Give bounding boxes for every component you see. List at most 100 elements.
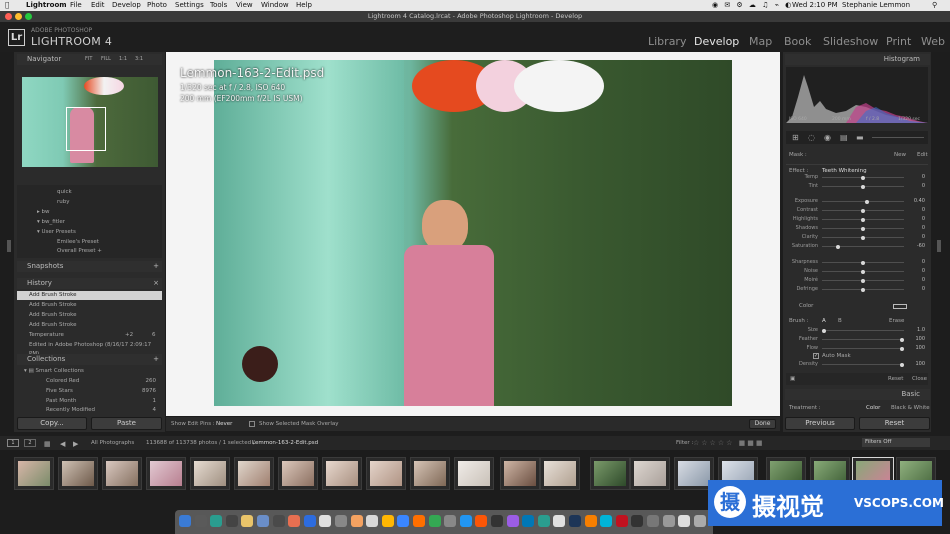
treatment-color-button[interactable]: Color [866,405,880,411]
slider-value[interactable]: 0 [905,234,925,240]
dock-app-icon[interactable] [569,515,581,527]
filmstrip-thumbnail[interactable] [234,457,274,490]
brush-slider-value[interactable]: 1.0 [905,327,925,333]
menu-photo[interactable]: Photo [147,0,167,11]
page-2-button[interactable]: 2 [24,439,36,447]
adjustment-brush-icon[interactable]: ▬ [856,133,864,142]
filter-stars[interactable]: ☆☆☆☆☆ ■■■ [693,439,764,447]
brush-size-track[interactable] [872,137,924,138]
collection-item[interactable]: ▾ ▤ Smart Collections [24,368,84,374]
collections-header[interactable]: Collections + [17,354,162,365]
red-eye-icon[interactable]: ◉ [824,133,831,142]
filmstrip-thumbnail[interactable] [366,457,406,490]
dock-app-icon[interactable] [444,515,457,527]
dock-app-icon[interactable] [413,515,425,527]
dock-app-icon[interactable] [537,515,550,527]
clock[interactable]: Wed 2:10 PM [792,0,838,11]
mask-close-button[interactable]: Close [912,376,927,382]
slider-knob[interactable] [861,217,865,222]
slider-track[interactable] [822,217,904,222]
menu-window[interactable]: Window [261,0,289,11]
paste-settings-button[interactable]: Paste [91,417,162,430]
search-icon[interactable]: ⚲ [932,0,937,11]
dock-app-icon[interactable] [288,515,301,527]
slider-track[interactable] [822,269,904,274]
done-button[interactable]: Done [749,419,776,429]
slider-knob[interactable] [861,260,865,265]
collection-item[interactable]: Past Month 1 [46,398,156,404]
slider-track[interactable] [822,199,904,204]
treatment-bw-button[interactable]: Black & White [891,405,930,411]
filmstrip-current-file[interactable]: Lemmon-163-2-Edit.psd [252,440,318,446]
crop-tool-icon[interactable]: ⊞ [792,133,799,142]
brush-erase-button[interactable]: Erase [889,318,904,324]
slider-value[interactable]: 0 [905,216,925,222]
slider-track[interactable] [822,287,904,292]
slider-track[interactable] [822,278,904,283]
navigator-viewbox[interactable] [66,107,106,151]
filmstrip-thumbnail[interactable] [146,457,186,490]
collection-item[interactable]: Colored Red 260 [46,378,156,384]
filmstrip-thumbnail[interactable] [590,457,630,490]
page-1-button[interactable]: 1 [7,439,19,447]
filmstrip-thumbnail[interactable] [500,457,540,490]
brush-slider-value[interactable]: 100 [905,336,925,342]
menu-file[interactable]: File [70,0,82,11]
filmstrip-thumbnail[interactable] [102,457,142,490]
dock-app-icon[interactable] [600,515,613,527]
slider-value[interactable]: -60 [905,243,925,249]
dock-app-icon[interactable] [303,515,316,527]
mask-overlay-checkbox[interactable] [249,421,255,427]
brush-a-button[interactable]: A [822,318,826,324]
slider-value[interactable]: 0 [905,225,925,231]
apple-icon[interactable]:  [5,0,9,11]
slider-track[interactable] [822,260,904,265]
brush-slider-knob[interactable] [900,337,905,342]
brush-slider-track[interactable] [822,346,905,351]
menu-edit[interactable]: Edit [91,0,105,11]
filter-select[interactable]: Filters Off [862,438,930,447]
left-panel-toggle[interactable] [7,240,11,252]
history-item[interactable]: Edited in Adobe Photoshop (8/16/17 2:09:… [17,341,162,357]
brush-slider-track[interactable] [821,328,904,333]
slider-track[interactable] [822,175,904,180]
slider-knob[interactable] [861,184,865,189]
nav-zoom-3to1[interactable]: 3:1 [135,54,143,65]
brush-slider-knob[interactable] [821,328,826,333]
history-item[interactable]: Add Brush Stroke [17,321,162,330]
slider-knob[interactable] [861,278,865,283]
dock-app-icon[interactable] [194,515,207,527]
dock-app-icon[interactable] [272,515,285,527]
preset-item[interactable]: ruby [57,199,70,205]
slider-knob[interactable] [861,269,865,274]
menu-app[interactable]: Lightroom [26,0,67,11]
dock-app-icon[interactable] [662,515,675,527]
brush-slider-value[interactable]: 100 [905,345,925,351]
add-collection-icon[interactable]: + [153,354,159,365]
effect-select[interactable]: Teeth Whitening [822,168,867,174]
menu-help[interactable]: Help [296,0,312,11]
dock-app-icon[interactable] [366,515,379,527]
slider-knob[interactable] [861,287,865,292]
mask-new-button[interactable]: New [894,152,906,158]
dock-app-icon[interactable] [210,515,223,527]
zoom-window-button[interactable] [25,13,32,20]
color-swatch[interactable] [893,304,907,309]
dock-app-icon[interactable] [615,515,628,527]
preset-folder[interactable]: ▸ bw [37,209,50,215]
dock-app-icon[interactable] [553,515,566,527]
dock-app-icon[interactable] [350,515,363,527]
minimize-window-button[interactable] [15,13,22,20]
dock-app-icon[interactable] [397,515,410,527]
copy-settings-button[interactable]: Copy... [17,417,87,430]
filmstrip-thumbnail[interactable] [322,457,362,490]
back-arrow-icon[interactable]: ◀ [60,440,65,448]
dock-app-icon[interactable] [179,515,191,527]
dock-app-icon[interactable] [428,515,441,527]
grid-view-icon[interactable]: ▦ [44,440,51,448]
clear-history-icon[interactable]: × [153,278,159,289]
slider-knob[interactable] [861,235,865,240]
right-panel-toggle[interactable] [937,240,941,252]
slider-value[interactable]: 0 [905,268,925,274]
module-slideshow[interactable]: Slideshow [823,35,878,48]
